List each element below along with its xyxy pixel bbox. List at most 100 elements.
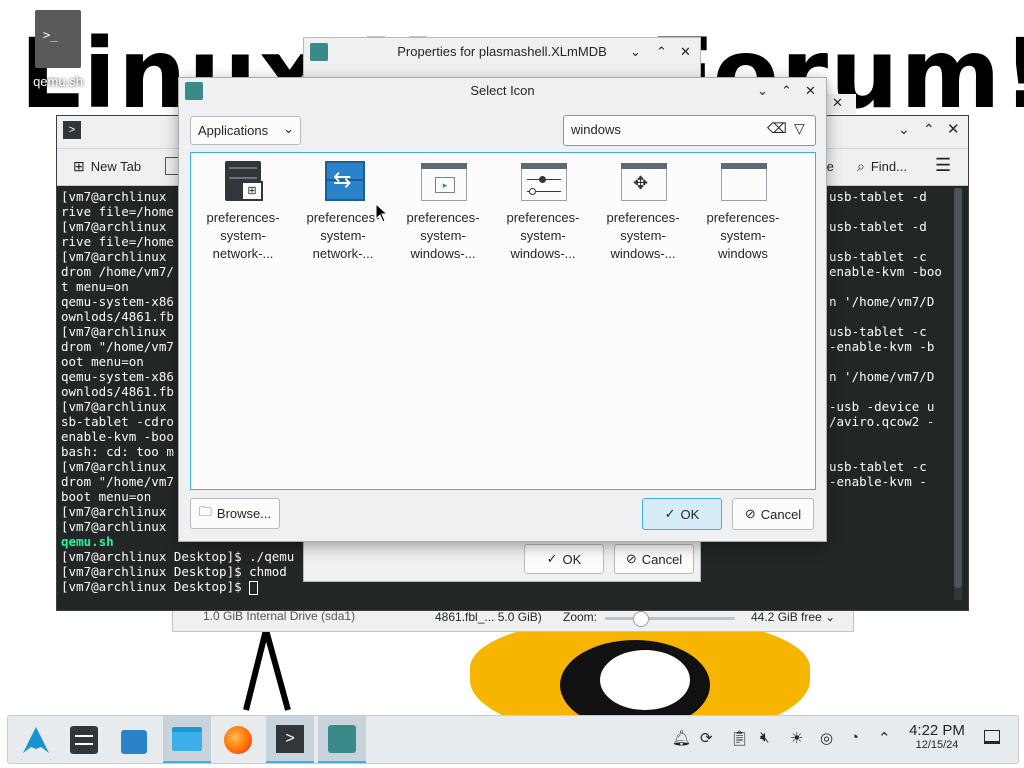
- wallpaper-shape: [600, 650, 690, 710]
- updates-icon[interactable]: ⟳: [700, 729, 713, 747]
- icon-label: preferences-system-windows: [706, 210, 780, 261]
- browse-button[interactable]: 🗀 Browse...: [190, 498, 280, 529]
- terminal-line: -enable-kvm -: [829, 474, 927, 489]
- clock-date: 12/15/24: [915, 739, 959, 751]
- file-info: 4861.fbl_... 5.0 GiB): [435, 610, 542, 624]
- power-profile-icon[interactable]: ◔: [850, 729, 859, 746]
- terminal-line: usb-tablet -c: [829, 459, 927, 474]
- plasma-app-icon: [328, 724, 356, 753]
- new-tab-label: New Tab: [90, 159, 142, 174]
- terminal-line: enable-kvm -boo: [829, 264, 942, 279]
- show-desktop-button[interactable]: [984, 730, 1000, 744]
- brightness-icon[interactable]: ☀: [790, 729, 803, 747]
- plasma-app-icon: [310, 43, 328, 61]
- window-settings-icon: [519, 159, 567, 203]
- chevron-up-icon[interactable]: ⌃: [878, 729, 891, 747]
- icon-grid[interactable]: ⊞ preferences-system-network-... ⇆ prefe…: [190, 152, 816, 490]
- terminal-cursor: [249, 580, 259, 595]
- terminal-output-right: usb-tablet -d usb-tablet -d usb-tablet -…: [829, 189, 942, 489]
- window-move-icon: ✥: [619, 159, 667, 203]
- terminal-icon: >: [276, 724, 304, 753]
- cancel-icon: ⊘: [744, 506, 756, 521]
- network-icon[interactable]: ◎: [820, 729, 833, 747]
- minimize-icon[interactable]: ⌄: [898, 121, 910, 138]
- mouse-cursor-icon: [375, 203, 389, 223]
- properties-cancel-button[interactable]: ⊘ Cancel: [614, 544, 694, 574]
- taskbar-plasma-dialog[interactable]: [318, 716, 366, 763]
- chevron-down-icon: ⌄: [283, 121, 294, 136]
- minimize-icon[interactable]: ⌄: [757, 78, 768, 104]
- terminal-line: [vm7@archlinux Desktop]$: [61, 579, 294, 595]
- icon-label: preferences-system-windows-...: [606, 210, 680, 261]
- search-icon: ⌕: [857, 158, 865, 174]
- close-icon[interactable]: ✕: [947, 120, 960, 138]
- cancel-button[interactable]: ⊘ Cancel: [732, 498, 814, 530]
- terminal-app-icon: >: [63, 121, 81, 139]
- cancel-label: Cancel: [641, 551, 683, 567]
- taskbar-firefox[interactable]: [214, 716, 262, 763]
- close-icon[interactable]: ✕: [805, 78, 816, 104]
- filter-icon[interactable]: ▽: [794, 120, 805, 137]
- app-launcher-button[interactable]: [12, 716, 60, 763]
- clock[interactable]: 4:22 PM 12/15/24: [902, 722, 972, 751]
- zoom-slider-handle[interactable]: [633, 611, 649, 627]
- dialog-titlebar: Select Icon ⌄ ⌃ ✕: [179, 78, 826, 104]
- maximize-icon[interactable]: ⌃: [923, 121, 935, 138]
- window-play-icon: ▸: [419, 159, 467, 203]
- icon-search-field[interactable]: windows ⌫ ▽: [563, 115, 816, 146]
- new-tab-button[interactable]: ⊞ New Tab: [73, 158, 141, 175]
- find-button[interactable]: ⌕ Find...: [857, 158, 907, 175]
- folder-icon: 🗀: [198, 503, 212, 519]
- close-icon[interactable]: ✕: [680, 38, 691, 66]
- new-tab-icon: ⊞: [73, 158, 85, 174]
- zoom-slider[interactable]: [605, 611, 735, 627]
- ok-button[interactable]: ✓ OK: [642, 498, 722, 530]
- background-window-titlebar: ✕: [826, 94, 856, 114]
- window-icon: [719, 159, 767, 203]
- cancel-label: Cancel: [760, 506, 802, 522]
- terminal-line: usb-tablet -d: [829, 189, 927, 204]
- plasma-app-icon: [185, 82, 203, 100]
- firefox-icon: [224, 725, 252, 754]
- hamburger-menu-icon[interactable]: ☰: [935, 155, 951, 176]
- taskbar-system-settings[interactable]: [60, 716, 108, 763]
- icon-label: preferences-system-windows-...: [506, 210, 580, 261]
- taskbar-terminal[interactable]: >: [266, 716, 314, 763]
- category-dropdown[interactable]: Applications ⌄: [190, 116, 301, 145]
- search-input[interactable]: windows: [571, 122, 621, 137]
- terminal-line: n '/home/vm7/D: [829, 294, 935, 309]
- minimize-icon[interactable]: ⌄: [630, 38, 641, 66]
- desktop-file-icon[interactable]: >_ qemu.sh: [30, 10, 86, 89]
- wallpaper-shape: [243, 625, 291, 711]
- icon-grid-item[interactable]: preferences-system-windows-...: [493, 159, 593, 263]
- notification-bell-icon[interactable]: 🔔︎: [672, 729, 691, 747]
- drive-label: 1.0 GiB Internal Drive (sda1): [203, 609, 356, 623]
- properties-ok-button[interactable]: ✓ OK: [524, 544, 604, 574]
- clear-search-icon[interactable]: ⌫: [767, 120, 787, 137]
- maximize-icon[interactable]: ⌃: [781, 78, 792, 104]
- icon-grid-item[interactable]: preferences-system-windows: [693, 159, 793, 263]
- terminal-line: -enable-kvm -b: [829, 339, 935, 354]
- maximize-icon[interactable]: ⌃: [656, 38, 667, 66]
- settings-icon: [70, 725, 98, 754]
- terminal-line: usb-tablet -c: [829, 324, 927, 339]
- volume-muted-icon[interactable]: 🔇︎: [760, 729, 769, 746]
- category-value: Applications: [198, 123, 269, 138]
- icon-grid-item[interactable]: ✥ preferences-system-windows-...: [593, 159, 693, 263]
- clipboard-icon[interactable]: 📋︎: [730, 729, 749, 747]
- icon-grid-item[interactable]: ⊞ preferences-system-network-...: [193, 159, 293, 263]
- taskbar-discover[interactable]: [110, 716, 158, 763]
- terminal-line: n '/home/vm7/D: [829, 369, 935, 384]
- free-space-label[interactable]: 44.2 GiB free ⌄: [751, 610, 835, 624]
- close-icon[interactable]: ✕: [832, 95, 843, 111]
- icon-grid-item[interactable]: ▸ preferences-system-windows-...: [393, 159, 493, 263]
- terminal-scrollbar[interactable]: [954, 188, 962, 600]
- network-server-icon: ⊞: [219, 159, 267, 203]
- taskbar-file-manager[interactable]: [163, 716, 211, 763]
- terminal-line: /aviro.qcow2 -: [829, 414, 935, 429]
